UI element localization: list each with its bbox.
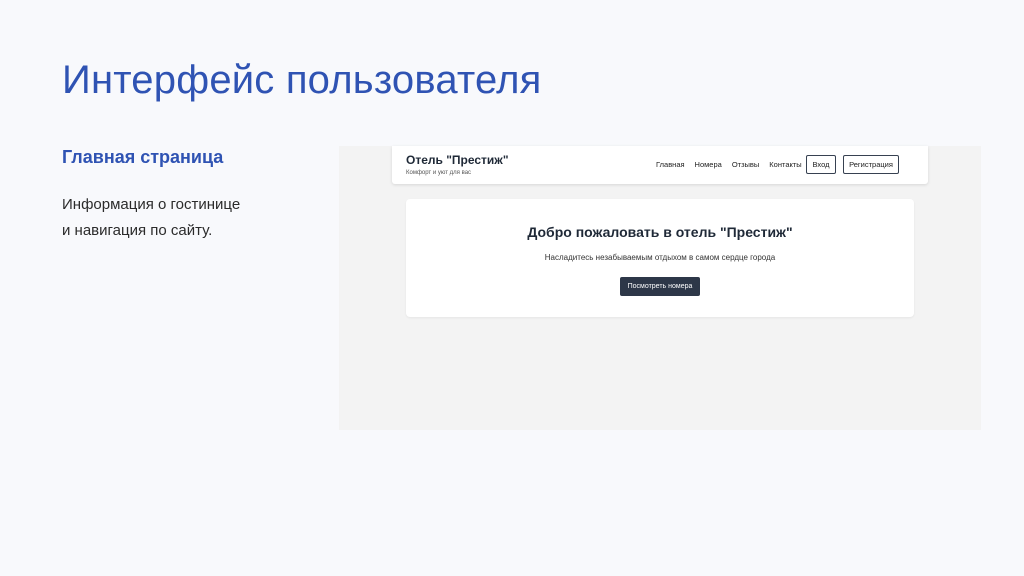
description-line: Информация о гостинице bbox=[62, 196, 241, 213]
site-header: Отель "Престиж" Комфорт и уют для вас Гл… bbox=[392, 146, 928, 184]
brand-tagline: Комфорт и уют для вас bbox=[406, 170, 472, 176]
brand-name[interactable]: Отель "Престиж" bbox=[406, 153, 509, 167]
nav-link-rooms[interactable]: Номера bbox=[695, 160, 722, 169]
view-rooms-button[interactable]: Посмотреть номера bbox=[620, 277, 700, 296]
login-button[interactable]: Вход bbox=[806, 155, 836, 174]
presentation-slide: Интерфейс пользователя Главная страница … bbox=[0, 0, 1024, 576]
hero-subtitle: Насладитесь незабываемым отдыхом в самом… bbox=[544, 253, 776, 262]
slide-title: Интерфейс пользователя bbox=[62, 58, 542, 102]
hero-card: Добро пожаловать в отель "Престиж" Насла… bbox=[406, 199, 914, 317]
description-line: и навигация по сайту. bbox=[62, 222, 213, 239]
nav-link-contacts[interactable]: Контакты bbox=[769, 160, 801, 169]
nav-link-reviews[interactable]: Отзывы bbox=[732, 160, 759, 169]
hero-title: Добро пожаловать в отель "Престиж" bbox=[527, 224, 793, 240]
nav-link-home[interactable]: Главная bbox=[656, 160, 685, 169]
slide-description: Информация о гостинице и навигация по са… bbox=[62, 192, 240, 244]
website-mockup: Отель "Престиж" Комфорт и уют для вас Гл… bbox=[339, 146, 981, 430]
main-nav: Главная Номера Отзывы Контакты bbox=[656, 160, 802, 169]
slide-subtitle: Главная страница bbox=[62, 147, 224, 167]
register-button[interactable]: Регистрация bbox=[843, 155, 899, 174]
